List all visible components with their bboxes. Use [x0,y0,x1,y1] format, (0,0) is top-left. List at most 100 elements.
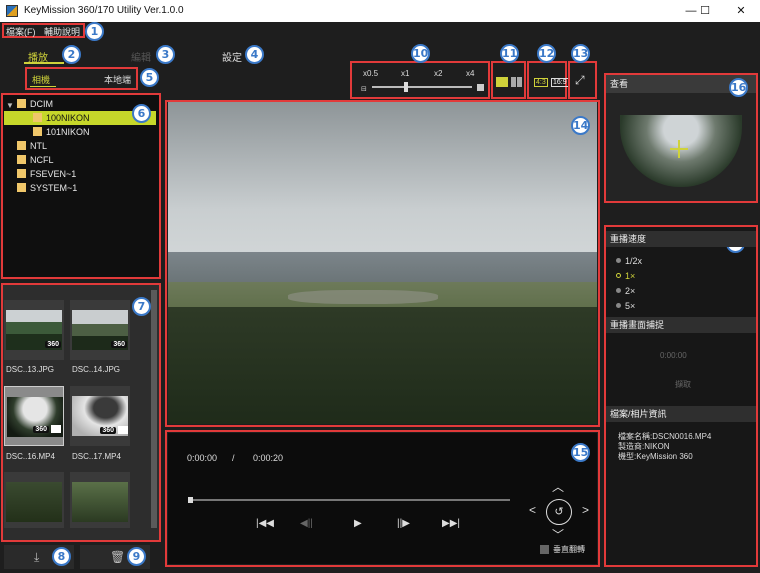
collapse-caret-icon[interactable]: ▼ [6,101,14,110]
zoom-out-icon[interactable]: ⊟ [361,85,367,93]
app-window: KeyMission 360/170 Utility Ver.1.0.0 — ☐… [0,0,760,573]
zoom-control-box [350,61,490,99]
callout-6: 6 [132,104,151,123]
download-icon: ⤓ [34,550,40,564]
zoom-label-1: x1 [401,69,410,78]
menu-bar: 檔案(F) 輔助說明 [0,22,760,39]
aspect-16-9-button[interactable]: 16:9 [551,78,569,87]
callout-3: 3 [156,45,175,64]
seek-handle[interactable] [188,497,193,503]
thumbnail-item[interactable]: 360 [70,386,130,446]
play-icon[interactable]: ▶ [354,518,362,529]
maximize-button[interactable]: ☐ [686,0,724,22]
menu-file[interactable]: 檔案(F) [6,25,36,38]
thumbnail-item[interactable] [70,472,130,528]
skip-forward-icon[interactable]: ▶▶| [442,518,460,529]
capture-button[interactable]: 擷取 [675,379,691,390]
thumbnail-item-selected[interactable]: 360 [4,386,64,446]
zoom-slider-track[interactable] [372,86,472,88]
tree-item-label: 100NIKON [46,113,90,123]
split-view-icon[interactable] [511,77,516,87]
seek-bar[interactable] [190,499,510,501]
thumbnail-label: DSC..14.JPG [72,365,121,374]
step-forward-icon[interactable]: ||▶ [397,518,410,529]
thumbnail-label: DSC..17.MP4 [72,452,121,461]
zoom-slider-handle[interactable] [404,82,408,92]
preview-marker-h [670,148,688,150]
video-icon [118,426,128,434]
tree-item-101nikon[interactable]: 101NIKON [33,125,90,139]
badge-360: 360 [33,426,49,433]
reset-view-button[interactable]: ↺ [546,499,572,525]
speed-option-label: 1/2x [625,256,643,266]
callout-1: 1 [85,22,104,41]
zoom-label-2: x2 [434,69,443,78]
tree-item-ntl[interactable]: NTL [17,139,47,153]
tab-camera[interactable]: 相機 [32,73,50,86]
folder-icon [17,141,26,150]
zoom-in-icon[interactable] [477,84,484,91]
speed-option-half[interactable]: 1/2x [616,256,642,266]
callout-7: 7 [132,297,151,316]
aspect-4-3-button[interactable]: 4:3 [534,78,548,87]
image-viewer[interactable] [168,102,597,424]
tree-item-label: SYSTEM~1 [30,183,78,193]
callout-16: 16 [729,78,748,97]
skip-back-icon[interactable]: |◀◀ [256,518,274,529]
zoom-label-0: x0.5 [363,69,379,78]
pan-left-icon[interactable]: < [529,503,536,517]
video-icon [51,425,61,433]
tab-edit[interactable]: 編輯 [131,49,151,64]
callout-4: 4 [245,45,264,64]
speed-option-label: 2× [625,286,636,296]
folder-icon [33,127,42,136]
folder-icon [17,155,26,164]
speed-option-label: 5× [625,301,636,311]
radio-icon [616,288,621,293]
tree-item-system[interactable]: SYSTEM~1 [17,181,77,195]
folder-icon [17,183,26,192]
thumbnail-item[interactable]: 360 [70,300,130,360]
thumbnail-image [6,482,62,522]
folder-icon [17,169,26,178]
vertical-flip-checkbox[interactable] [540,545,549,554]
speed-option-2x[interactable]: 2× [616,286,635,296]
thumbnail-label: DSC..13.JPG [6,365,55,374]
single-view-icon[interactable] [496,77,508,87]
tree-item-100nikon[interactable]: 100NIKON [33,111,90,125]
tree-item-label: 101NIKON [46,127,90,137]
badge-360: 360 [45,341,61,348]
pan-right-icon[interactable]: > [582,503,589,517]
close-button[interactable]: ✕ [722,0,760,22]
app-logo-icon [6,5,18,17]
title-bar: KeyMission 360/170 Utility Ver.1.0.0 — ☐… [0,0,760,22]
capture-time: 0:00:00 [660,351,687,360]
tab-camera-underline [30,86,56,87]
thumbnail-scrollbar[interactable] [151,290,157,528]
thumbnail-item[interactable] [4,472,64,528]
tree-item-ncfl[interactable]: NCFL [17,153,54,167]
folder-icon [17,99,26,108]
tab-settings[interactable]: 設定 [222,49,242,64]
pan-down-icon[interactable]: ﹀ [552,526,564,543]
step-back-icon[interactable]: ◀|| [300,518,313,529]
tree-item-label: NCFL [30,155,54,165]
speed-option-1x[interactable]: 1× [616,271,635,281]
callout-13: 13 [571,44,590,63]
tree-item-label: NTL [30,141,48,151]
tree-item-fseven[interactable]: FSEVEN~1 [17,167,76,181]
tab-local[interactable]: 本地端 [104,73,131,86]
badge-360: 360 [111,341,127,348]
pan-up-icon[interactable]: ︿ [552,478,564,495]
thumbnail-item[interactable]: 360 [4,300,64,360]
thumbnail-image [72,482,128,522]
menu-help[interactable]: 輔助說明 [44,25,80,38]
callout-10: 10 [411,44,430,63]
speed-option-5x[interactable]: 5× [616,301,635,311]
fullscreen-icon[interactable]: ⤢ [575,73,585,88]
callout-14: 14 [571,116,590,135]
callout-12: 12 [537,44,556,63]
callout-15: 15 [571,443,590,462]
tree-item-dcim[interactable]: DCIM [17,97,53,111]
viewer-town [288,290,438,304]
